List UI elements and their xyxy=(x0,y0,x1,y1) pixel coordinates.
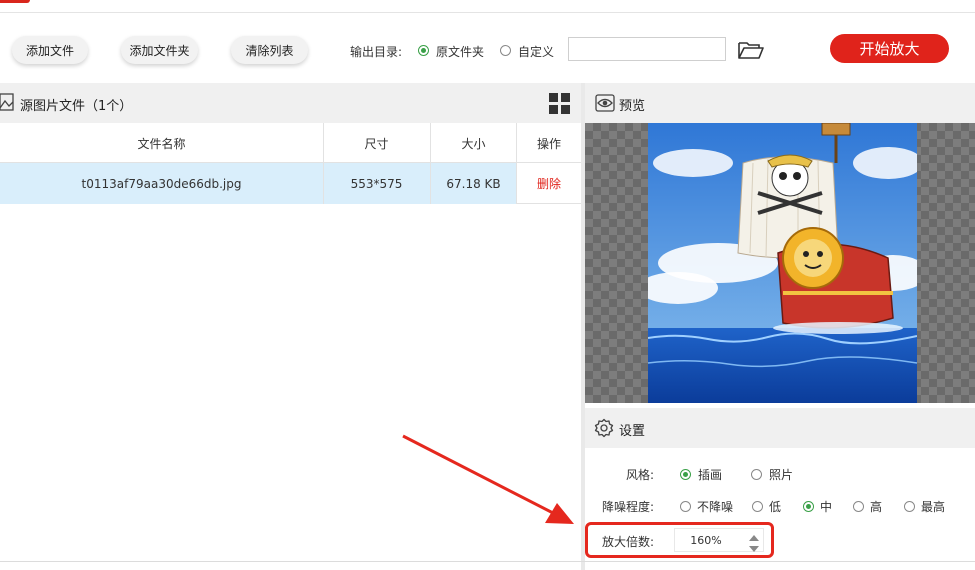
row-filename: t0113af79aa30de66db.jpg xyxy=(81,176,242,191)
output-custom-label[interactable]: 自定义 xyxy=(518,43,554,60)
add-file-button[interactable]: 添加文件 xyxy=(12,36,88,64)
noise-label: 降噪程度: xyxy=(602,500,655,514)
style-photo-label[interactable]: 照片 xyxy=(769,466,793,483)
noise-highest-radio[interactable] xyxy=(904,501,915,512)
column-action: 操作 xyxy=(536,136,561,151)
style-label: 风格: xyxy=(626,468,655,482)
delete-link[interactable]: 删除 xyxy=(517,163,581,204)
start-enlarge-button[interactable]: 开始放大 xyxy=(830,34,949,63)
column-dimensions: 尺寸 xyxy=(364,136,389,151)
column-divider xyxy=(430,123,431,204)
add-folder-button[interactable]: 添加文件夹 xyxy=(121,36,198,64)
bottom-divider xyxy=(0,561,975,562)
app-title-accent xyxy=(0,0,30,3)
noise-low-radio[interactable] xyxy=(752,501,763,512)
preview-title: 预览 xyxy=(619,99,646,114)
noise-medium-label[interactable]: 中 xyxy=(820,498,832,515)
output-original-radio[interactable] xyxy=(418,45,429,56)
title-divider xyxy=(0,12,975,13)
settings-title: 设置 xyxy=(619,424,646,439)
noise-none-radio[interactable] xyxy=(680,501,691,512)
output-original-label[interactable]: 原文件夹 xyxy=(436,43,484,60)
highlight-box xyxy=(585,522,774,558)
noise-high-radio[interactable] xyxy=(853,501,864,512)
column-divider xyxy=(516,123,517,204)
output-custom-radio[interactable] xyxy=(500,45,511,56)
output-path-input[interactable] xyxy=(568,37,726,61)
row-dimensions: 553*575 xyxy=(350,176,403,191)
folder-open-icon[interactable] xyxy=(737,40,765,60)
eye-icon xyxy=(595,94,615,112)
output-dir-label: 输出目录: xyxy=(350,45,403,59)
noise-medium-radio[interactable] xyxy=(803,501,814,512)
style-photo-radio[interactable] xyxy=(751,469,762,480)
column-divider xyxy=(323,123,324,204)
column-filesize: 大小 xyxy=(461,136,486,151)
image-icon xyxy=(0,93,14,111)
annotation-arrow xyxy=(400,432,580,532)
grid-view-icon[interactable] xyxy=(549,93,570,114)
row-filesize: 67.18 KB xyxy=(446,176,501,191)
style-illustration-radio[interactable] xyxy=(680,469,691,480)
file-panel-title: 源图片文件（1个） xyxy=(20,99,133,114)
clear-list-button[interactable]: 清除列表 xyxy=(231,36,308,64)
style-illustration-label[interactable]: 插画 xyxy=(698,466,722,483)
noise-low-label[interactable]: 低 xyxy=(769,498,781,515)
column-filename: 文件名称 xyxy=(137,136,186,151)
gear-icon xyxy=(594,418,614,438)
noise-none-label[interactable]: 不降噪 xyxy=(697,498,733,515)
noise-high-label[interactable]: 高 xyxy=(870,498,882,515)
noise-highest-label[interactable]: 最高 xyxy=(921,498,945,515)
preview-image xyxy=(638,122,928,403)
